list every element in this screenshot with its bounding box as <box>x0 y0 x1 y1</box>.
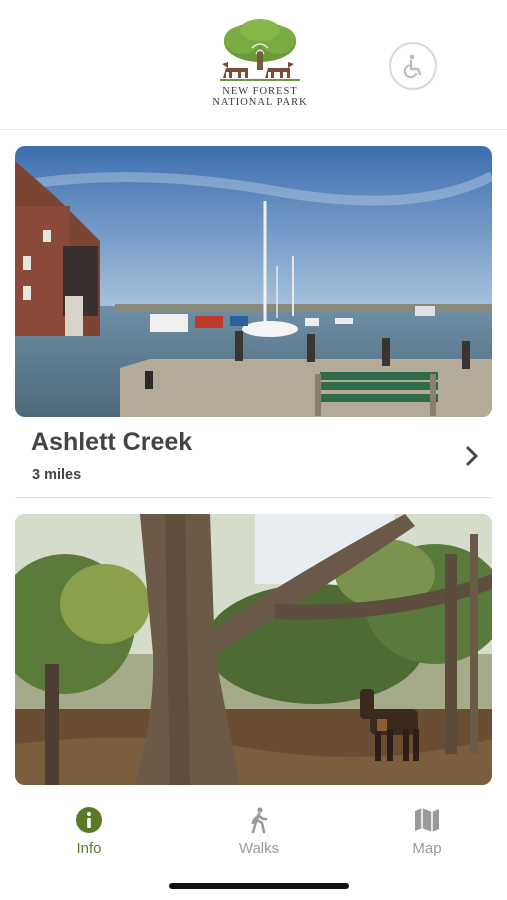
walk-distance: 3 miles <box>32 467 82 483</box>
walk-card-forest[interactable] <box>15 514 492 785</box>
walk-photo[interactable] <box>15 514 492 785</box>
harbour-photo <box>15 146 492 417</box>
logo-text-line1: NEW FOREST <box>222 86 298 97</box>
accessibility-button[interactable] <box>389 42 437 90</box>
logo-text-line2: NATIONAL PARK <box>212 97 308 108</box>
tree-and-ponies-icon <box>220 19 300 81</box>
tab-info[interactable]: Info <box>39 806 139 857</box>
home-indicator[interactable] <box>169 883 349 889</box>
tab-walks[interactable]: Walks <box>209 806 309 857</box>
tab-label: Walks <box>238 840 280 857</box>
tab-map[interactable]: Map <box>377 806 477 857</box>
forest-photo <box>15 514 492 785</box>
info-icon <box>76 807 102 833</box>
app-header: NEW FOREST NATIONAL PARK <box>0 0 507 130</box>
map-icon <box>415 808 439 832</box>
walk-card-ashlett-creek[interactable]: Ashlett Creek 3 miles <box>15 146 492 483</box>
divider <box>15 497 492 498</box>
wheelchair-icon <box>403 54 422 79</box>
walker-icon <box>251 807 268 834</box>
walk-photo[interactable] <box>15 146 492 417</box>
new-forest-logo: NEW FOREST NATIONAL PARK <box>205 18 315 116</box>
walk-title: Ashlett Creek <box>31 428 193 456</box>
walks-list[interactable]: Ashlett Creek 3 miles <box>0 131 507 791</box>
tab-label: Info <box>76 840 102 857</box>
tab-label: Map <box>412 840 442 857</box>
chevron-right-icon[interactable] <box>460 444 484 468</box>
